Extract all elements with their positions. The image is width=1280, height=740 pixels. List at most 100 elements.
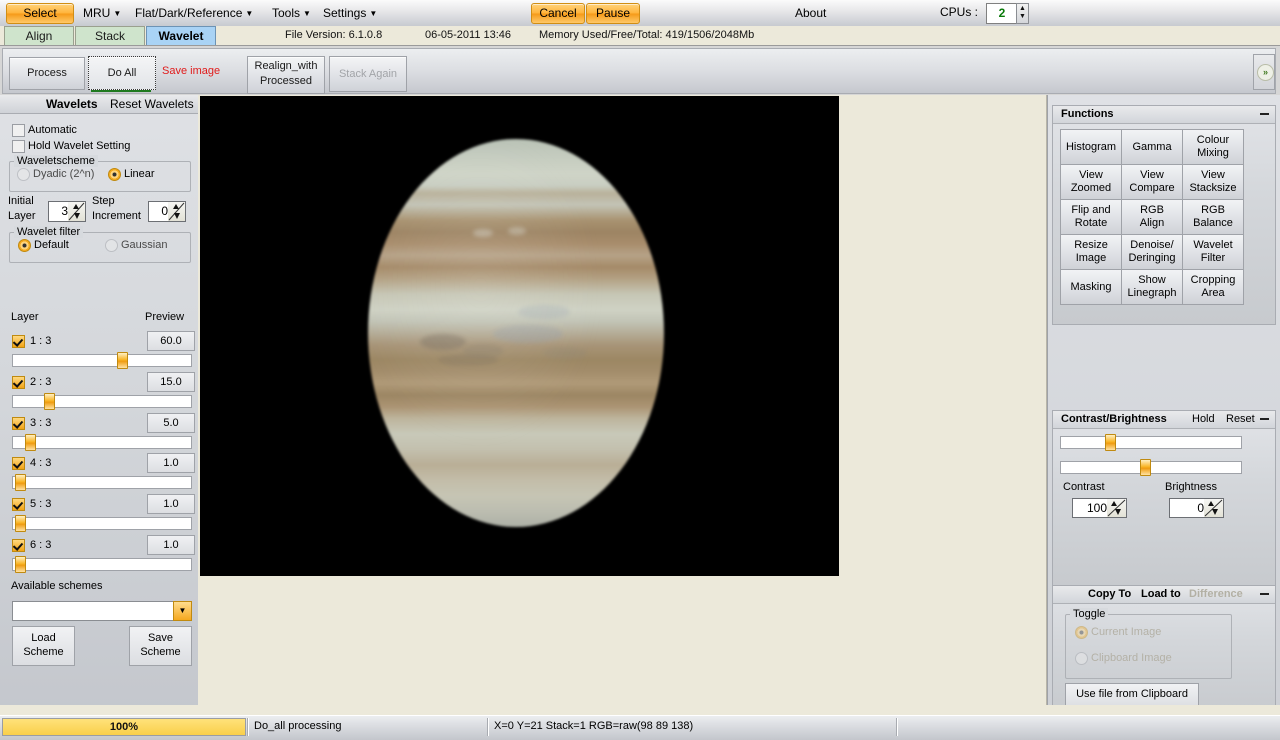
layer-2-checkbox[interactable]	[12, 376, 25, 389]
function-show-linegraph-button[interactable]: Show Linegraph	[1121, 269, 1183, 305]
layer-2-value[interactable]: 15.0	[147, 372, 195, 392]
menu-item-flat-dark-reference[interactable]: Flat/Dark/Reference▼	[130, 4, 258, 22]
layer-5-slider[interactable]	[12, 517, 192, 530]
status-task-text: Do_all processing	[254, 720, 341, 732]
contrast-brightness-card: Contrast/Brightness Hold Reset Contrast …	[1052, 410, 1276, 586]
pause-button[interactable]: Pause	[586, 3, 640, 24]
function-rgb-align-button[interactable]: RGB Align	[1121, 199, 1183, 235]
layer-6-checkbox[interactable]	[12, 539, 25, 552]
process-button[interactable]: Process	[9, 57, 85, 90]
image-canvas-area[interactable]	[198, 95, 1047, 714]
layer-1-checkbox[interactable]	[12, 335, 25, 348]
contrast-brightness-hold-button[interactable]: Hold	[1192, 413, 1215, 425]
do-all-button[interactable]: Do All	[88, 56, 156, 90]
brightness-input[interactable]: 0	[1169, 498, 1207, 518]
hold-wavelet-setting-checkbox[interactable]	[12, 140, 25, 153]
brightness-slider-thumb[interactable]	[1140, 459, 1151, 476]
function-colour-mixing-button[interactable]: Colour Mixing	[1182, 129, 1244, 165]
function-view-compare-line1: View	[1140, 169, 1164, 181]
layer-4-slider-thumb[interactable]	[15, 474, 26, 491]
layer-1-slider-thumb[interactable]	[117, 352, 128, 369]
reset-wavelets-button[interactable]: Reset Wavelets	[110, 97, 194, 111]
function-view-compare-button[interactable]: View Compare	[1121, 164, 1183, 200]
contrast-slider[interactable]	[1060, 436, 1242, 449]
layer-6-slider[interactable]	[12, 558, 192, 571]
function-masking-button[interactable]: Masking	[1060, 269, 1122, 305]
menu-item-settings[interactable]: Settings▼	[318, 4, 382, 22]
collapse-icon[interactable]	[1260, 113, 1269, 115]
layer-4-label: 4 : 3	[30, 457, 51, 469]
tab-align[interactable]: Align	[4, 26, 74, 46]
function-resize-image-button[interactable]: Resize Image	[1060, 234, 1122, 270]
layer-3-slider[interactable]	[12, 436, 192, 449]
layer-4-checkbox[interactable]	[12, 457, 25, 470]
save-image-button[interactable]: Save image	[162, 65, 220, 77]
function-denoise-deringing-button[interactable]: Denoise/ Deringing	[1121, 234, 1183, 270]
load-scheme-button[interactable]: Load Scheme	[12, 626, 75, 666]
chevron-down-icon[interactable]: ▼	[173, 601, 192, 621]
collapse-icon[interactable]	[1260, 418, 1269, 420]
automatic-checkbox[interactable]	[12, 124, 25, 137]
layer-5-slider-thumb[interactable]	[15, 515, 26, 532]
layer-6-value[interactable]: 1.0	[147, 535, 195, 555]
function-gamma-button[interactable]: Gamma	[1121, 129, 1183, 165]
brightness-slider[interactable]	[1060, 461, 1242, 474]
tab-stack[interactable]: Stack	[75, 26, 145, 46]
initial-layer-stepper[interactable]	[68, 201, 86, 222]
stepper-arrows-icon	[1107, 499, 1126, 517]
brightness-stepper[interactable]	[1204, 498, 1224, 518]
function-rgb-balance-button[interactable]: RGB Balance	[1182, 199, 1244, 235]
function-view-stacksize-button[interactable]: View Stacksize	[1182, 164, 1244, 200]
layer-5-checkbox[interactable]	[12, 498, 25, 511]
layer-2-slider[interactable]	[12, 395, 192, 408]
about-menu-item[interactable]: About	[790, 4, 831, 22]
filter-gaussian-radio[interactable]	[105, 239, 118, 252]
function-wavelet-filter-button[interactable]: Wavelet Filter	[1182, 234, 1244, 270]
save-scheme-button[interactable]: Save Scheme	[129, 626, 192, 666]
function-flip-and-rotate-line2: Rotate	[1075, 217, 1107, 229]
wavelets-panel: Wavelets Reset Wavelets Automatic Hold W…	[0, 95, 199, 714]
clipboard-image-radio	[1075, 652, 1088, 665]
function-view-zoomed-button[interactable]: View Zoomed	[1060, 164, 1122, 200]
function-flip-and-rotate-button[interactable]: Flip and Rotate	[1060, 199, 1122, 235]
menu-item-settings-label: Settings	[323, 6, 366, 20]
available-schemes-combo[interactable]	[12, 601, 174, 621]
scheme-dyadic-radio[interactable]	[17, 168, 30, 181]
waveletscheme-group-title: Waveletscheme	[14, 155, 98, 167]
collapse-icon[interactable]	[1260, 593, 1269, 595]
function-cropping-area-button[interactable]: Cropping Area	[1182, 269, 1244, 305]
menu-item-mru-label: MRU	[83, 6, 110, 20]
filter-default-radio[interactable]	[18, 239, 31, 252]
menu-item-mru[interactable]: MRU▼	[78, 4, 126, 22]
contrast-input[interactable]: 100	[1072, 498, 1110, 518]
contrast-brightness-reset-button[interactable]: Reset	[1226, 413, 1255, 425]
layer-3-value[interactable]: 5.0	[147, 413, 195, 433]
step-increment-stepper[interactable]	[168, 201, 186, 222]
copy-to-button[interactable]: Copy To	[1088, 588, 1131, 600]
load-to-button[interactable]: Load to	[1141, 588, 1181, 600]
layer-2-slider-thumb[interactable]	[44, 393, 55, 410]
layer-4-slider[interactable]	[12, 476, 192, 489]
tab-wavelet[interactable]: Wavelet	[146, 26, 216, 46]
layer-1-value[interactable]: 60.0	[147, 331, 195, 351]
cpus-stepper[interactable]: ▲▼	[1016, 3, 1029, 24]
filter-gaussian-label: Gaussian	[121, 239, 167, 251]
select-button[interactable]: Select	[6, 3, 74, 24]
preview-image[interactable]	[200, 96, 839, 576]
contrast-slider-thumb[interactable]	[1105, 434, 1116, 451]
cancel-button[interactable]: Cancel	[531, 3, 585, 24]
scheme-linear-radio[interactable]	[108, 168, 121, 181]
layer-1-slider[interactable]	[12, 354, 192, 367]
menu-item-tools[interactable]: Tools▼	[267, 4, 316, 22]
layer-6-slider-thumb[interactable]	[15, 556, 26, 573]
contrast-stepper[interactable]	[1107, 498, 1127, 518]
function-histogram-button[interactable]: Histogram	[1060, 129, 1122, 165]
expand-panel-button[interactable]: »	[1253, 54, 1275, 90]
layer-4-value[interactable]: 1.0	[147, 453, 195, 473]
layer-3-checkbox[interactable]	[12, 417, 25, 430]
copy-to-header: Copy To Load to Difference	[1053, 586, 1275, 604]
layer-3-slider-thumb[interactable]	[25, 434, 36, 451]
layer-5-value[interactable]: 1.0	[147, 494, 195, 514]
cpus-value[interactable]: 2	[986, 3, 1018, 24]
realign-with-processed-button[interactable]: Realign_with Processed	[247, 56, 325, 94]
